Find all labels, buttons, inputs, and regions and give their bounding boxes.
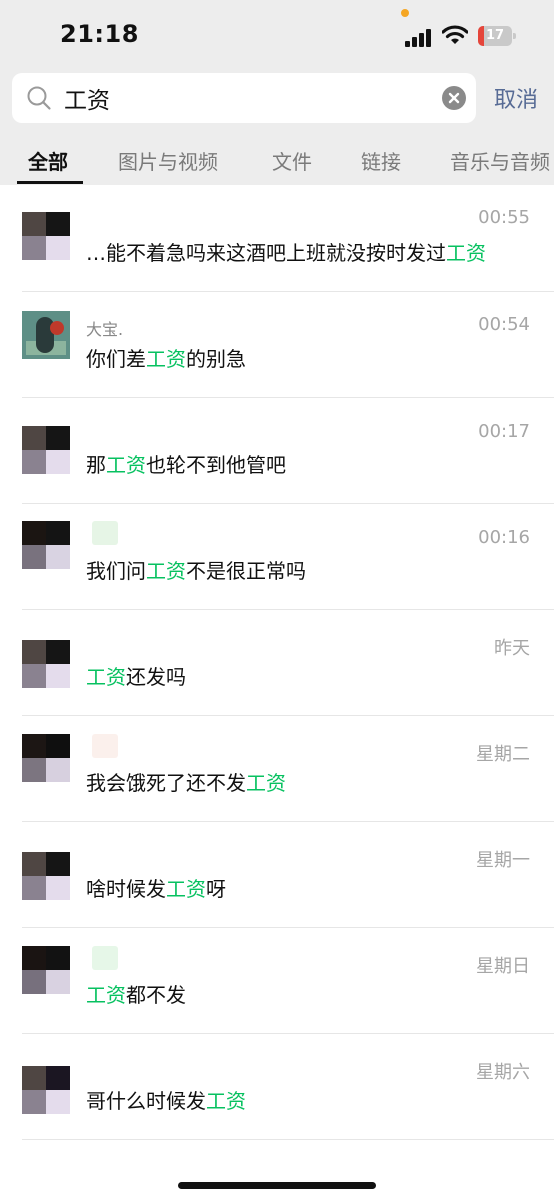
message-preview: 工资还发吗 (86, 665, 186, 689)
message-time: 星期六 (476, 1062, 530, 1083)
keyword-highlight: 工资 (206, 1089, 246, 1113)
keyword-highlight: 工资 (166, 877, 206, 901)
avatar (22, 311, 70, 359)
keyword-highlight: 工资 (86, 665, 126, 689)
home-indicator[interactable] (178, 1182, 376, 1189)
avatar (22, 426, 70, 474)
list-item[interactable]: 星期二 我会饿死了还不发工资 (0, 716, 554, 822)
tab-all[interactable]: 全部 (28, 146, 68, 175)
tab-images-videos[interactable]: 图片与视频 (118, 146, 218, 175)
tab-files[interactable]: 文件 (272, 146, 312, 175)
cancel-button[interactable]: 取消 (494, 82, 538, 114)
keyword-highlight: 工资 (246, 771, 286, 795)
message-time: 昨天 (494, 638, 530, 659)
message-time: 00:17 (478, 421, 530, 442)
avatar (22, 1066, 70, 1114)
message-time: 00:55 (478, 207, 530, 228)
search-icon (26, 85, 52, 111)
message-preview: 哥什么时候发工资 (86, 1089, 246, 1113)
message-time: 00:16 (478, 527, 530, 548)
avatar (22, 734, 70, 782)
sender-name-blurred (92, 521, 118, 545)
keyword-highlight: 工资 (446, 241, 486, 265)
battery-icon: 17 (478, 26, 516, 46)
cellular-signal-icon (405, 27, 435, 47)
active-tab-indicator (17, 181, 83, 184)
list-item[interactable]: 大宝. 00:54 你们差工资的别急 (0, 292, 554, 398)
avatar (22, 852, 70, 900)
message-time: 星期一 (476, 850, 530, 871)
message-time: 星期二 (476, 744, 530, 765)
message-time: 00:54 (478, 314, 530, 335)
keyword-highlight: 工资 (106, 453, 146, 477)
search-input[interactable] (64, 73, 434, 123)
status-time: 21:18 (60, 20, 139, 48)
keyword-highlight: 工资 (146, 559, 186, 583)
message-preview: 我会饿死了还不发工资 (86, 771, 286, 795)
list-item[interactable]: 00:17 那工资也轮不到他管吧 (0, 398, 554, 504)
list-item[interactable]: 00:16 我们问工资不是很正常吗 (0, 504, 554, 610)
tab-links[interactable]: 链接 (361, 146, 401, 175)
avatar (22, 521, 70, 569)
list-item[interactable]: 星期日 工资都不发 (0, 928, 554, 1034)
keyword-highlight: 工资 (86, 983, 126, 1007)
mic-indicator-dot (401, 9, 409, 17)
message-preview: 我们问工资不是很正常吗 (86, 559, 306, 583)
sender-name-blurred (92, 734, 118, 758)
message-preview: 工资都不发 (86, 983, 186, 1007)
message-time: 星期日 (476, 956, 530, 977)
avatar (22, 212, 70, 260)
list-item[interactable]: 00:55 …能不着急吗来这酒吧上班就没按时发过工资 (0, 186, 554, 292)
message-preview: 那工资也轮不到他管吧 (86, 453, 286, 477)
clear-search-icon[interactable] (442, 86, 466, 110)
list-item[interactable]: 昨天 工资还发吗 (0, 610, 554, 716)
message-preview: 啥时候发工资呀 (86, 877, 226, 901)
sender-name-blurred (92, 946, 118, 970)
sender-name: 大宝. (86, 320, 124, 339)
list-item[interactable]: 星期一 啥时候发工资呀 (0, 822, 554, 928)
battery-level: 17 (485, 28, 505, 43)
wifi-icon (441, 24, 469, 46)
search-bar[interactable] (12, 73, 476, 123)
keyword-highlight: 工资 (146, 347, 186, 371)
avatar (22, 946, 70, 994)
avatar (22, 640, 70, 688)
list-item[interactable]: 星期六 哥什么时候发工资 (0, 1034, 554, 1140)
message-preview: 你们差工资的别急 (86, 347, 246, 371)
message-preview: …能不着急吗来这酒吧上班就没按时发过工资 (86, 241, 486, 265)
tab-music-audio[interactable]: 音乐与音频 (450, 146, 550, 175)
